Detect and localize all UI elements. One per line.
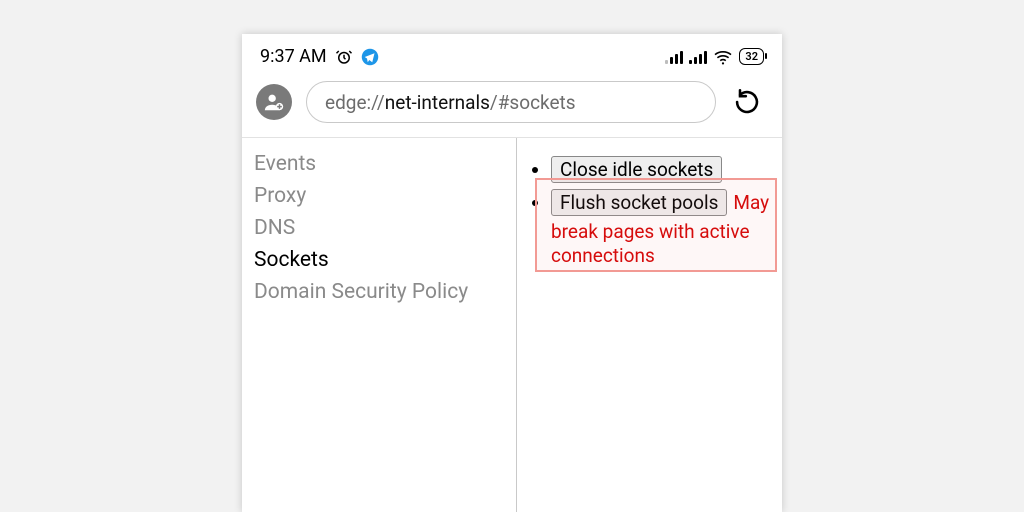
- signal-2-icon: [689, 50, 707, 64]
- sidenav-item-events[interactable]: Events: [254, 148, 516, 180]
- sidenav-item-dns[interactable]: DNS: [254, 212, 516, 244]
- address-bar-row: edge://net-internals/#sockets: [242, 75, 782, 138]
- url-host: net-internals: [385, 91, 490, 114]
- profile-button[interactable]: [256, 84, 292, 120]
- reload-button[interactable]: [730, 85, 764, 119]
- address-input[interactable]: edge://net-internals/#sockets: [306, 81, 716, 123]
- signal-1-icon: [665, 50, 683, 64]
- status-time: 9:37 AM: [260, 46, 327, 67]
- flush-warning-text: break pages with active connections: [521, 220, 774, 268]
- url-path: /#sockets: [490, 91, 576, 114]
- battery-indicator: 32: [739, 48, 764, 65]
- url-scheme: edge://: [325, 91, 385, 114]
- wifi-icon: [713, 49, 733, 65]
- main-panel: Close idle sockets Flush socket pools May…: [517, 138, 782, 512]
- sidenav-item-proxy[interactable]: Proxy: [254, 180, 516, 212]
- battery-level: 32: [745, 50, 758, 63]
- phone-frame: 9:37 AM: [242, 34, 782, 512]
- side-nav: EventsProxyDNSSocketsDomain Security Pol…: [242, 138, 517, 512]
- telegram-icon: [361, 48, 379, 66]
- status-bar: 9:37 AM: [242, 34, 782, 75]
- close-idle-sockets-button[interactable]: Close idle sockets: [551, 156, 722, 183]
- status-right: 32: [665, 48, 764, 65]
- flush-warning-inline: May: [733, 191, 769, 214]
- alarm-icon: [335, 48, 353, 66]
- status-left: 9:37 AM: [260, 46, 379, 67]
- content-area: EventsProxyDNSSocketsDomain Security Pol…: [242, 138, 782, 512]
- flush-socket-pools-button[interactable]: Flush socket pools: [551, 189, 727, 216]
- list-item: Close idle sockets: [551, 156, 774, 183]
- sidenav-item-domain-security-policy[interactable]: Domain Security Policy: [254, 276, 516, 308]
- socket-actions-list: Close idle sockets Flush socket pools May: [521, 156, 774, 216]
- list-item: Flush socket pools May: [551, 189, 774, 216]
- sidenav-item-sockets[interactable]: Sockets: [254, 244, 516, 276]
